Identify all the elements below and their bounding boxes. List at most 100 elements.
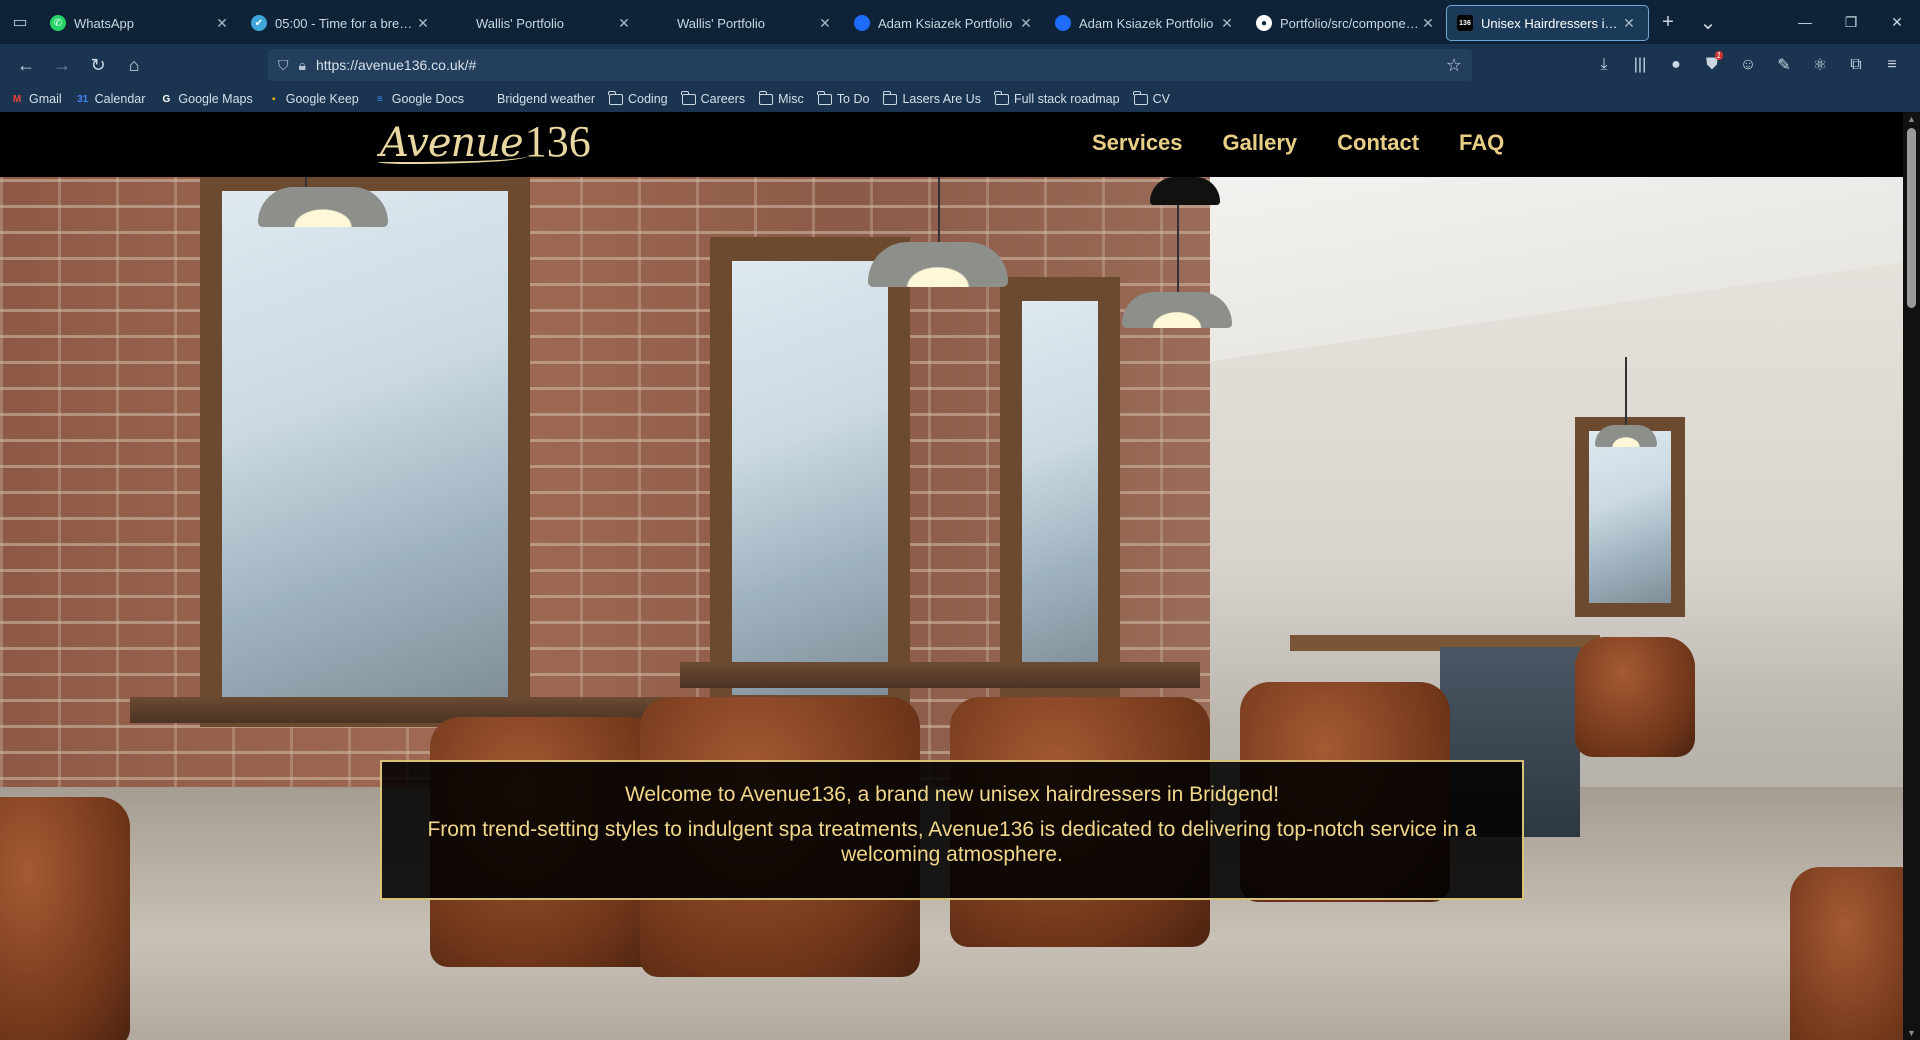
close-tab-icon[interactable]: ✕ — [615, 15, 633, 32]
bookmark-coding[interactable]: Coding — [608, 90, 668, 106]
tracking-shield-icon[interactable]: ⛉ — [278, 57, 289, 74]
window-controls: — ❐ ✕ — [1782, 0, 1920, 44]
bookmark-careers[interactable]: Careers — [681, 90, 746, 106]
bookmark-gmail[interactable]: M Gmail — [10, 92, 62, 106]
photo-lamp-3 — [1122, 292, 1232, 328]
scrollbar-thumb[interactable] — [1907, 128, 1916, 308]
navigation-bar: ← → ↻ ⌂ ⛉ 🔒︎ https://avenue136.co.uk/# ☆… — [0, 44, 1920, 86]
bookmark-label: Lasers Are Us — [902, 92, 981, 106]
check-circle-icon: ✔ — [251, 15, 267, 31]
extension-face-icon[interactable]: ☺ — [1730, 49, 1766, 81]
blank-page-icon — [452, 15, 468, 31]
address-bar[interactable]: ⛉ 🔒︎ https://avenue136.co.uk/# ☆ — [268, 49, 1472, 81]
docs-icon: ≡ — [376, 93, 383, 105]
blue-circle-icon — [854, 15, 870, 31]
page-viewport: Avenue 136 Services Gallery Contact FAQ — [0, 112, 1920, 1040]
tab-title: Unisex Hairdressers in Brid — [1481, 15, 1620, 31]
browser-tab[interactable]: ● Portfolio/src/components ✕ — [1246, 6, 1447, 40]
bookmark-label: Google Maps — [178, 92, 253, 106]
bookmark-cv[interactable]: CV — [1133, 90, 1170, 106]
extensions-puzzle-icon[interactable]: ⧉ — [1838, 49, 1874, 81]
browser-tab[interactable]: ✔ 05:00 - Time for a break! ✕ — [241, 6, 442, 40]
url-text[interactable]: https://avenue136.co.uk/# — [316, 57, 1446, 73]
bookmark-google-keep[interactable]: ▪ Google Keep — [267, 92, 359, 106]
library-icon[interactable]: ||| — [1622, 49, 1658, 81]
bookmark-full-stack-roadmap[interactable]: Full stack roadmap — [994, 90, 1120, 106]
bookmark-star-icon[interactable]: ☆ — [1446, 55, 1462, 76]
nav-link-services[interactable]: Services — [1092, 130, 1183, 156]
photo-lamp-4 — [1595, 425, 1657, 447]
tab-title: Portfolio/src/components — [1280, 15, 1419, 31]
bookmark-to-do[interactable]: To Do — [817, 90, 870, 106]
nav-link-contact[interactable]: Contact — [1337, 130, 1419, 156]
minimize-icon[interactable]: — — [1782, 0, 1828, 44]
tab-title: Wallis' Portfolio — [677, 15, 765, 31]
weather-icon: ☁ — [480, 93, 490, 105]
photo-mirror-center — [710, 237, 910, 717]
tab-overview-icon[interactable]: ▭ — [0, 0, 40, 44]
forward-arrow-icon[interactable]: → — [47, 50, 77, 80]
reload-icon[interactable]: ↻ — [83, 50, 113, 80]
browser-tab[interactable]: Wallis' Portfolio ✕ — [442, 6, 643, 40]
extension-badge: 1 — [1714, 51, 1723, 60]
site-logo[interactable]: Avenue 136 — [378, 116, 591, 168]
folder-icon — [994, 90, 1009, 105]
close-tab-icon[interactable]: ✕ — [213, 15, 231, 32]
bookmark-bridgend-weather[interactable]: ☁ Bridgend weather — [478, 92, 595, 106]
close-tab-icon[interactable]: ✕ — [1620, 15, 1638, 32]
home-icon[interactable]: ⌂ — [119, 50, 149, 80]
keep-icon: ▪ — [271, 93, 276, 105]
restore-icon[interactable]: ❐ — [1828, 0, 1874, 44]
close-window-icon[interactable]: ✕ — [1874, 0, 1920, 44]
bookmark-label: To Do — [836, 92, 870, 106]
calendar-icon: 31 — [77, 93, 89, 105]
tab-list: ✆ WhatsApp ✕ ✔ 05:00 - Time for a break! ✕ Wal… — [40, 0, 1649, 44]
folder-icon — [681, 90, 696, 105]
close-tab-icon[interactable]: ✕ — [816, 15, 834, 32]
photo-lamp-cord — [1625, 357, 1627, 427]
browser-tab[interactable]: Wallis' Portfolio ✕ — [643, 6, 844, 40]
github-icon: ● — [1256, 15, 1272, 31]
extension-j-icon[interactable]: ● — [1658, 49, 1694, 81]
pen-icon[interactable]: ✎ — [1766, 49, 1802, 81]
downloads-icon[interactable]: ⤓ — [1586, 49, 1622, 81]
gmail-icon: M — [12, 93, 22, 105]
page-scrollbar[interactable]: ▲ ▼ — [1903, 112, 1920, 1040]
bookmark-google-docs[interactable]: ≡ Google Docs — [373, 92, 464, 106]
close-tab-icon[interactable]: ✕ — [1017, 15, 1035, 32]
bookmark-label: Google Keep — [285, 92, 359, 106]
google-icon: G — [162, 93, 171, 105]
browser-tab[interactable]: Adam Ksiazek Portfolio ✕ — [1045, 6, 1246, 40]
blank-page-icon — [653, 15, 669, 31]
bookmark-label: Google Docs — [391, 92, 464, 106]
nav-link-faq[interactable]: FAQ — [1459, 130, 1504, 156]
close-tab-icon[interactable]: ✕ — [1419, 15, 1437, 32]
avenue136-favicon: 136 — [1457, 15, 1473, 31]
hamburger-menu-icon[interactable]: ≡ — [1874, 49, 1910, 81]
close-tab-icon[interactable]: ✕ — [1218, 15, 1236, 32]
bookmark-label: Careers — [700, 92, 746, 106]
tab-strip: ▭ ✆ WhatsApp ✕ ✔ 05:00 - Time for a break! ✕ W… — [0, 0, 1920, 44]
browser-tab[interactable]: ✆ WhatsApp ✕ — [40, 6, 241, 40]
scroll-up-icon[interactable]: ▲ — [1907, 114, 1916, 124]
bookmark-misc[interactable]: Misc — [758, 90, 804, 106]
new-tab-button[interactable]: + — [1648, 0, 1688, 44]
bookmark-calendar[interactable]: 31 Calendar — [76, 92, 145, 106]
tab-menu-chevron-icon[interactable]: ⌄ — [1688, 0, 1728, 44]
browser-tab[interactable]: Adam Ksiazek Portfolio ✕ — [844, 6, 1045, 40]
lock-icon[interactable]: 🔒︎ — [299, 57, 306, 74]
welcome-heading: Welcome to Avenue136, a brand new unisex… — [624, 783, 1280, 806]
bookmark-google-maps[interactable]: G Google Maps — [159, 92, 253, 106]
tab-title: Wallis' Portfolio — [476, 15, 564, 31]
logo-number-text: 136 — [524, 117, 591, 166]
nav-link-gallery[interactable]: Gallery — [1223, 130, 1298, 156]
back-arrow-icon[interactable]: ← — [11, 50, 41, 80]
react-devtools-icon[interactable]: ⚛ — [1802, 49, 1838, 81]
close-tab-icon[interactable]: ✕ — [414, 15, 432, 32]
extension-ublock-icon[interactable]: ⛊ 1 — [1694, 49, 1730, 81]
bookmark-label: CV — [1152, 92, 1170, 106]
bookmark-lasers-are-us[interactable]: Lasers Are Us — [882, 90, 981, 106]
scroll-down-icon[interactable]: ▼ — [1907, 1028, 1916, 1038]
browser-tab[interactable]: 136 Unisex Hairdressers in Brid✕ — [1446, 5, 1649, 41]
folder-icon — [1133, 90, 1148, 105]
